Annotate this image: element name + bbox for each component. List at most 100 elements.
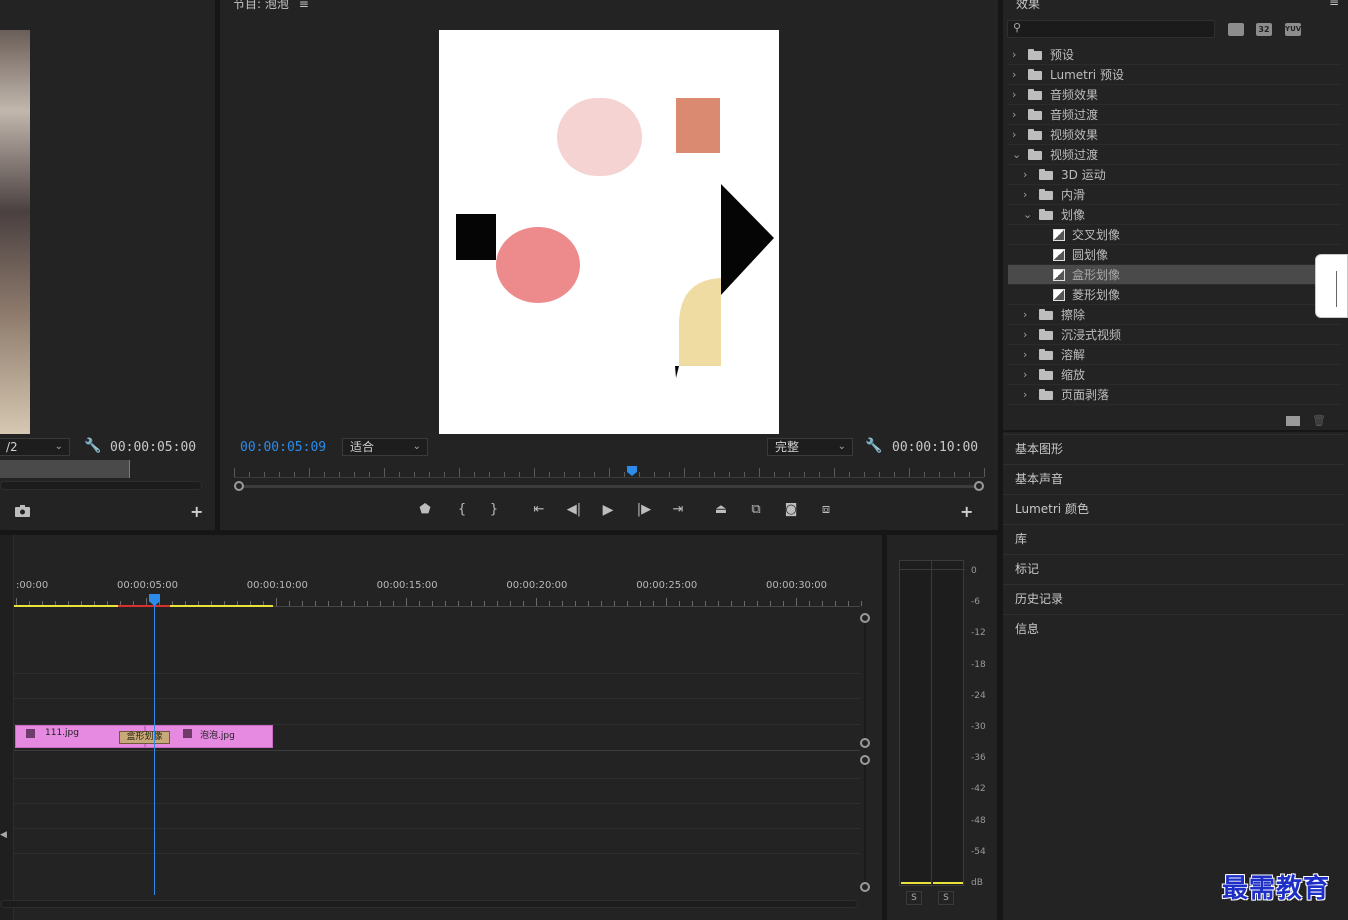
accelerated-effects-icon[interactable] (1228, 23, 1244, 36)
program-zoom-bar[interactable] (238, 485, 983, 488)
transition-box-wipe[interactable]: 盒形划像 (119, 731, 170, 744)
effects-tree-item[interactable]: 圆划像 (1008, 245, 1341, 265)
effects-tree-item[interactable]: › 沉浸式视频 (1008, 325, 1341, 345)
video-track-scroll-bottom[interactable] (860, 738, 870, 748)
effects-tree-item[interactable]: ⌄ 视频过渡 (1008, 145, 1341, 165)
zoom-handle-right[interactable] (974, 481, 984, 491)
chevron-right-icon[interactable]: › (1023, 365, 1033, 385)
chevron-right-icon[interactable]: › (1023, 385, 1033, 405)
chevron-right-icon[interactable]: › (1023, 165, 1033, 185)
black-triangle-shape (721, 184, 774, 295)
effects-tree-item[interactable]: ⌄ 划像 (1008, 205, 1341, 225)
step-back-icon[interactable]: ◀| (564, 500, 584, 520)
effects-tree-item[interactable]: 盒形划像 (1008, 265, 1341, 285)
solo-right-button[interactable]: S (938, 891, 954, 905)
camera-icon[interactable] (15, 502, 30, 517)
timeline-horizontal-scrollbar[interactable] (0, 900, 858, 908)
add-marker-icon[interactable]: ⬟ (415, 500, 435, 520)
program-frame-graphic (456, 98, 774, 378)
audio-track-scroll-track[interactable] (864, 765, 866, 882)
chevron-right-icon[interactable]: › (1012, 125, 1022, 145)
effects-tree-item[interactable]: › 溶解 (1008, 345, 1341, 365)
step-forward-icon[interactable]: |▶ (634, 500, 654, 520)
go-to-in-icon[interactable]: ⇤ (529, 500, 549, 520)
export-frame-icon[interactable]: ◙ (781, 500, 801, 520)
chevron-right-icon[interactable]: › (1012, 85, 1022, 105)
source-playhead[interactable] (129, 460, 130, 478)
ruler-tick (864, 472, 865, 477)
chevron-right-icon[interactable]: › (1023, 305, 1033, 325)
panel-divider[interactable] (998, 0, 1003, 920)
program-mini-ruler[interactable] (234, 466, 985, 478)
chevron-down-icon[interactable]: ⌄ (1023, 205, 1033, 225)
track-collapse-arrow-icon[interactable]: ◀ (0, 830, 7, 840)
chevron-right-icon[interactable]: › (1023, 325, 1033, 345)
mark-in-icon[interactable]: { (452, 500, 472, 520)
effects-tree-item[interactable]: 菱形划像 (1008, 285, 1341, 305)
effects-search-field[interactable]: ⚲ (1007, 20, 1215, 38)
lift-icon[interactable]: ⏏ (711, 500, 731, 520)
zoom-handle-left[interactable] (234, 481, 244, 491)
wrench-icon[interactable]: 🔧 (865, 438, 882, 454)
source-scrub-bar[interactable] (0, 460, 130, 478)
panel-menu-icon[interactable]: ≡ (1329, 0, 1339, 9)
video-track-scroll-track[interactable] (864, 623, 866, 738)
delete-icon[interactable]: 🗑 (1312, 414, 1326, 427)
effects-tree-item[interactable]: › 视频效果 (1008, 125, 1341, 145)
quality-dropdown[interactable]: 完整 ⌄ (767, 438, 853, 456)
side-section-header[interactable]: 基本图形 (1003, 434, 1345, 462)
chevron-right-icon[interactable]: › (1023, 345, 1033, 365)
side-section-header[interactable]: 基本声音 (1003, 464, 1345, 492)
go-to-out-icon[interactable]: ⇥ (668, 500, 688, 520)
track-divider (14, 698, 860, 699)
video-track-scroll-top[interactable] (860, 613, 870, 623)
program-current-time[interactable]: 00:00:05:09 (240, 440, 326, 455)
add-button-icon[interactable]: + (190, 502, 203, 521)
side-section-header[interactable]: 信息 (1003, 614, 1345, 642)
effects-tree-item[interactable]: › 页面剥落 (1008, 385, 1341, 405)
effects-tree-item[interactable]: › 3D 运动 (1008, 165, 1341, 185)
effects-tree-item[interactable]: › 缩放 (1008, 365, 1341, 385)
effects-tree-item[interactable]: 交叉划像 (1008, 225, 1341, 245)
panel-menu-icon[interactable]: ≡ (299, 0, 309, 11)
play-icon[interactable]: ▶ (598, 500, 618, 520)
side-section-header[interactable]: Lumetri 颜色 (1003, 494, 1345, 522)
fit-dropdown[interactable]: 适合 ⌄ (342, 438, 428, 456)
effects-tree-item[interactable]: › 擦除 (1008, 305, 1341, 325)
timeline-ruler-tick (367, 601, 368, 606)
effects-tree-item[interactable]: › 音频过渡 (1008, 105, 1341, 125)
chevron-right-icon[interactable]: › (1012, 45, 1022, 65)
yuv-effects-icon[interactable]: YUV (1285, 23, 1301, 36)
wrench-icon[interactable]: 🔧 (84, 438, 101, 454)
effects-tree-item[interactable]: › 音频效果 (1008, 85, 1341, 105)
effects-tree-item[interactable]: › Lumetri 预设 (1008, 65, 1341, 85)
chevron-right-icon[interactable]: › (1023, 185, 1033, 205)
audio-track-scroll-bottom[interactable] (860, 882, 870, 892)
effects-tree-item-label: 视频过渡 (1050, 148, 1099, 162)
ruler-tick (684, 468, 685, 477)
side-section-header[interactable]: 库 (1003, 524, 1345, 552)
chevron-down-icon[interactable]: ⌄ (1012, 145, 1022, 165)
effects-tree-item[interactable]: › 预设 (1008, 45, 1341, 65)
source-scroll-bar[interactable] (0, 481, 202, 490)
audio-track-scroll-top[interactable] (860, 755, 870, 765)
effects-scroll-handle[interactable] (1315, 254, 1348, 318)
source-scale-dropdown[interactable]: /2 ⌄ (0, 438, 70, 456)
side-section-header[interactable]: 标记 (1003, 554, 1345, 582)
panel-divider[interactable] (882, 535, 887, 920)
32bit-effects-icon[interactable]: 32 (1256, 23, 1272, 36)
chevron-right-icon[interactable]: › (1012, 65, 1022, 85)
extract-icon[interactable]: ⧉ (746, 500, 766, 520)
mark-out-icon[interactable]: } (484, 500, 504, 520)
add-button-icon[interactable]: + (960, 502, 973, 521)
timeline-ruler-tick (354, 601, 355, 606)
side-section-header[interactable]: 历史记录 (1003, 584, 1345, 612)
solo-left-button[interactable]: S (906, 891, 922, 905)
panel-divider[interactable] (215, 0, 220, 530)
folder-icon (1039, 369, 1053, 380)
panel-divider[interactable] (0, 530, 998, 535)
chevron-right-icon[interactable]: › (1012, 105, 1022, 125)
new-bin-icon[interactable] (1286, 416, 1300, 426)
compare-view-icon[interactable]: ⧈ (816, 500, 836, 520)
effects-tree-item[interactable]: › 内滑 (1008, 185, 1341, 205)
